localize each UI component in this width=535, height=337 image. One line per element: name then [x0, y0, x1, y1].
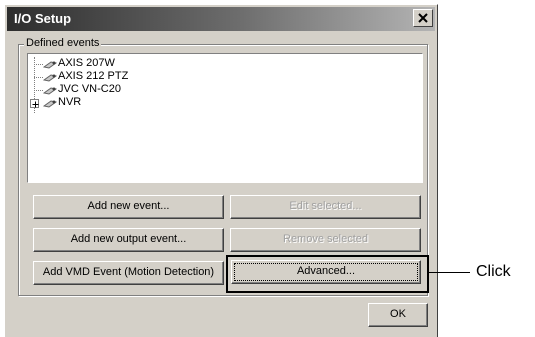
ok-button[interactable]: OK: [368, 303, 428, 327]
tree-connector: [34, 90, 43, 91]
tree-item-nvr[interactable]: NVR: [28, 96, 228, 110]
window-title: I/O Setup: [14, 11, 72, 26]
camera-icon: [43, 61, 57, 69]
tree-item-label: AXIS 207W: [58, 57, 115, 69]
callout-line: [429, 272, 470, 273]
tree-item-label: NVR: [58, 96, 82, 108]
close-button[interactable]: [413, 9, 433, 27]
add-vmd-event-button[interactable]: Add VMD Event (Motion Detection): [33, 261, 224, 285]
highlight-box: [226, 255, 429, 293]
tree-connector: [34, 64, 43, 65]
close-icon: [418, 13, 428, 23]
camera-icon: [43, 100, 57, 108]
callout-label: Click: [476, 263, 511, 280]
remove-selected-button[interactable]: Remove selected: [230, 228, 421, 252]
edit-selected-button[interactable]: Edit selected...: [230, 195, 421, 219]
expand-toggle[interactable]: [30, 99, 39, 108]
tree-item-label: JVC VN-C20: [58, 83, 121, 95]
camera-icon: [43, 74, 57, 82]
tree-item-label: AXIS 212 PTZ: [58, 70, 129, 82]
events-tree[interactable]: AXIS 207W AXIS 212 PTZ JVC VN-C20 NVR: [27, 53, 423, 183]
add-new-output-event-button[interactable]: Add new output event...: [33, 228, 224, 252]
title-bar[interactable]: I/O Setup: [7, 7, 435, 31]
plus-icon: [32, 101, 39, 108]
camera-icon: [43, 87, 57, 95]
add-new-event-button[interactable]: Add new event...: [33, 195, 224, 219]
tree-connector: [34, 77, 43, 78]
defined-events-label: Defined events: [24, 37, 102, 49]
